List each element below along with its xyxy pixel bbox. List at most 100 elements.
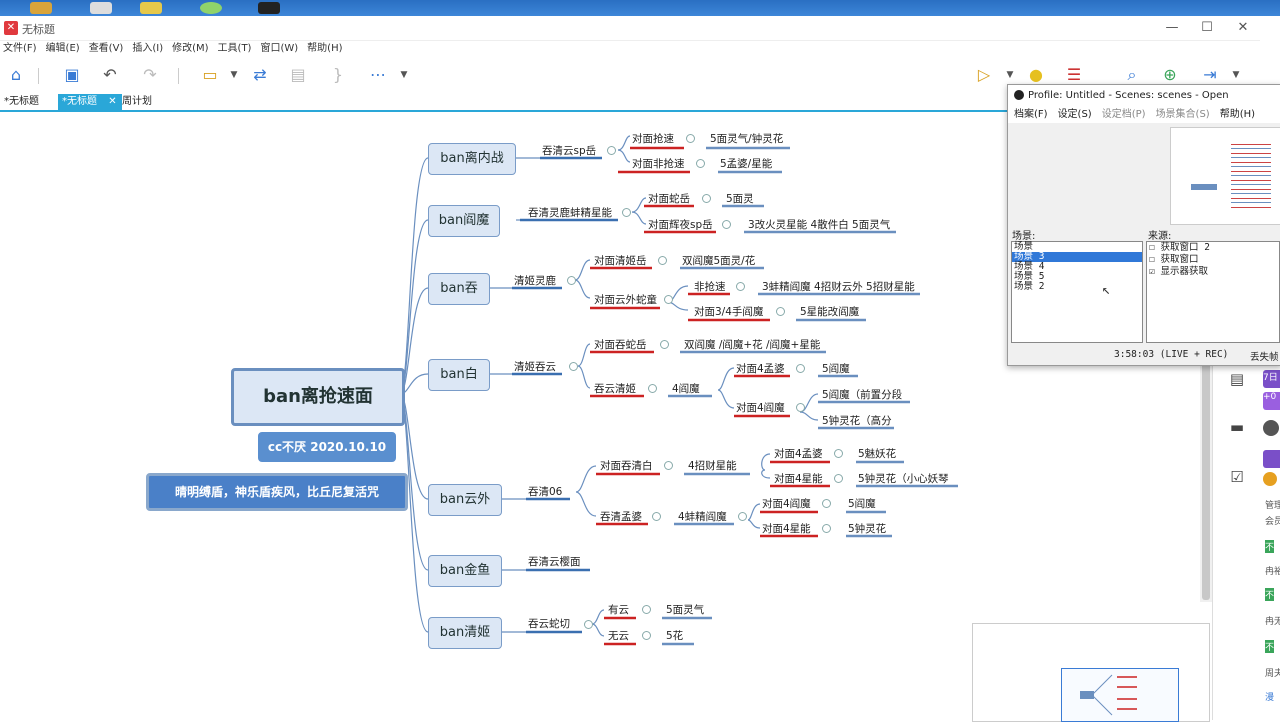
topic-label[interactable]: 5面灵气/钟灵花 [710, 131, 783, 146]
topic-label[interactable]: 清姬灵鹿 [514, 273, 556, 288]
menu-view[interactable]: 查看(V) [89, 43, 124, 54]
tab-weekly-plan[interactable]: 周计划 [118, 94, 156, 110]
collapse-icon[interactable] [622, 208, 631, 217]
chevron-down-icon[interactable]: ▼ [1224, 64, 1248, 86]
collapse-icon[interactable] [796, 364, 805, 373]
obs-menu-settings[interactable]: 设定(S) [1058, 109, 1092, 120]
topic-label[interactable]: 无云 [608, 628, 629, 643]
branch-ban-jinyu[interactable]: ban金鱼 [428, 555, 502, 587]
collapse-icon[interactable] [607, 146, 616, 155]
collapse-icon[interactable] [658, 256, 667, 265]
topic-label[interactable]: 吞清孟婆 [600, 509, 642, 524]
topic-label[interactable]: 对面3/4手阎魔 [694, 304, 763, 319]
topic-label[interactable]: 4阎魔 [672, 381, 700, 396]
more-icon[interactable]: ⋯ [366, 64, 390, 86]
topic-label[interactable]: 4蚌精阎魔 [678, 509, 727, 524]
topic-label[interactable]: 5钟灵花 [848, 521, 886, 536]
scene-item[interactable]: 场景 2 [1012, 282, 1142, 292]
topic-label[interactable]: 5魅妖花 [858, 446, 896, 461]
close-icon[interactable]: ✕ [108, 96, 116, 107]
lightbulb-icon[interactable]: ● [1024, 64, 1048, 86]
checkbox-icon[interactable]: ☐ [1149, 242, 1155, 253]
menu-edit[interactable]: 编辑(E) [46, 43, 80, 54]
source-item[interactable]: ☐ 获取窗口 2 [1147, 242, 1279, 254]
topic-label[interactable]: 对面4阎魔 [762, 496, 811, 511]
topic-label[interactable]: 双阎魔5面灵/花 [682, 253, 755, 268]
collapse-icon[interactable] [702, 194, 711, 203]
collapse-icon[interactable] [569, 362, 578, 371]
topic-label[interactable]: 5阎魔 [848, 496, 876, 511]
topic-label[interactable]: 5孟婆/星能 [720, 156, 772, 171]
branch-ban-yunwai[interactable]: ban云外 [428, 484, 502, 516]
notes-icon[interactable]: ▤ [1227, 370, 1247, 390]
topic-label[interactable]: 5阎魔 [822, 361, 850, 376]
collapse-icon[interactable] [696, 159, 705, 168]
home-icon[interactable]: ⌂ [4, 64, 28, 86]
collapse-icon[interactable] [822, 499, 831, 508]
topic-label[interactable]: 清姬吞云 [514, 359, 556, 374]
topic-label[interactable]: 非抢速 [694, 279, 726, 294]
topic-label[interactable]: 5阎魔（前置分段 [822, 387, 902, 402]
source-item[interactable]: ☑ 显示器获取 [1147, 266, 1279, 278]
branch-ban-li[interactable]: ban离内战 [428, 143, 516, 175]
minimap[interactable] [972, 623, 1210, 722]
topic-label[interactable]: 5钟灵花（小心妖琴 [858, 471, 949, 486]
menu-help[interactable]: 帮助(H) [307, 43, 342, 54]
topic-icon[interactable]: ▭ [198, 64, 222, 86]
topic-label[interactable]: 4招财星能 [688, 458, 737, 473]
collapse-icon[interactable] [722, 220, 731, 229]
topic-label[interactable]: 吞清云樱面 [528, 554, 581, 569]
topic-label[interactable]: 吞云清姬 [594, 381, 636, 396]
subtitle-date[interactable]: cc不厌 2020.10.10 [258, 432, 396, 462]
topic-label[interactable]: 对面云外蛇童 [594, 292, 657, 307]
undo-icon[interactable]: ↶ [98, 64, 122, 86]
collapse-icon[interactable] [584, 620, 593, 629]
obs-menu-profile[interactable]: 档案(F) [1014, 109, 1048, 120]
sources-list[interactable]: ☐ 获取窗口 2 ☐ 获取窗口 ☑ 显示器获取 [1146, 241, 1280, 343]
branch-ban-yanmo[interactable]: ban阎魔 [428, 205, 500, 237]
presentation-icon[interactable]: ▷ [972, 64, 996, 86]
collapse-icon[interactable] [664, 295, 673, 304]
scenes-list[interactable]: 场景 场景 3 场景 4 场景 5 场景 2 ↖ [1011, 241, 1143, 343]
topic-label[interactable]: 对面4星能 [762, 521, 811, 536]
menu-tools[interactable]: 工具(T) [218, 43, 252, 54]
tab-untitled-active[interactable]: *无标题 ✕ [58, 94, 122, 110]
collapse-icon[interactable] [776, 307, 785, 316]
redo-icon[interactable]: ↷ [138, 64, 162, 86]
topic-label[interactable]: 对面4星能 [774, 471, 823, 486]
topic-label[interactable]: 对面蛇岳 [648, 191, 690, 206]
clipboard-icon[interactable]: ☑ [1227, 468, 1247, 488]
central-topic[interactable]: ban离抢速面 [231, 368, 405, 426]
topic-label[interactable]: 5花 [666, 628, 683, 643]
collapse-icon[interactable] [642, 605, 651, 614]
topic-label[interactable]: 3蚌精阎魔 4招财云外 5招财星能 [762, 279, 915, 294]
branch-ban-tun[interactable]: ban吞 [428, 273, 490, 305]
topic-label[interactable]: 吞清云sp岳 [542, 143, 596, 158]
collapse-icon[interactable] [664, 461, 673, 470]
chevron-down-icon[interactable]: ▼ [392, 64, 416, 86]
comment-icon[interactable]: ▬ [1227, 418, 1247, 438]
obs-menu-profiles[interactable]: 设定档(P) [1102, 109, 1146, 120]
topic-label[interactable]: 5钟灵花（高分 [822, 413, 892, 428]
minimap-viewport[interactable] [1061, 668, 1179, 722]
topic-label[interactable]: 双阎魔 /阎魔+花 /阎魔+星能 [684, 337, 820, 352]
topic-label[interactable]: 对面4孟婆 [736, 361, 785, 376]
topic-label[interactable]: 对面4阎魔 [736, 400, 785, 415]
checkbox-checked-icon[interactable]: ☑ [1149, 266, 1155, 277]
minimize-button[interactable]: — [1157, 18, 1187, 38]
menu-window[interactable]: 窗口(W) [260, 43, 298, 54]
collapse-icon[interactable] [738, 512, 747, 521]
topic-label[interactable]: 5面灵 [726, 191, 754, 206]
topic-label[interactable]: 对面清姬岳 [594, 253, 647, 268]
menu-file[interactable]: 文件(F) [3, 43, 37, 54]
menu-modify[interactable]: 修改(M) [172, 43, 208, 54]
collapse-icon[interactable] [686, 134, 695, 143]
collapse-icon[interactable] [567, 276, 576, 285]
export-icon[interactable]: ⇥ [1198, 64, 1222, 86]
relationship-icon[interactable]: ⇄ [248, 64, 272, 86]
layout-icon[interactable]: ☰ [1062, 64, 1086, 86]
collapse-icon[interactable] [660, 340, 669, 349]
collapse-icon[interactable] [648, 384, 657, 393]
tab-untitled-1[interactable]: *无标题 [0, 94, 43, 110]
close-button[interactable]: ✕ [1228, 18, 1258, 38]
